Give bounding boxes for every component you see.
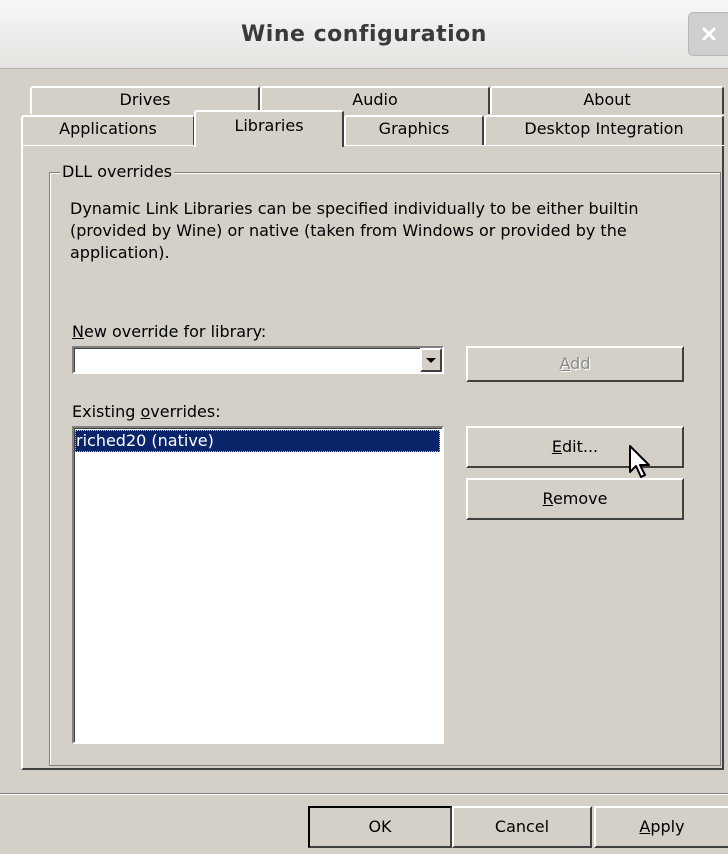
mouse-cursor-icon [629, 445, 650, 478]
new-override-combobox[interactable] [72, 346, 444, 374]
add-button[interactable]: Add [466, 346, 684, 382]
list-item[interactable]: riched20 (native) [75, 430, 440, 452]
remove-button-label: Remove [542, 489, 608, 508]
existing-overrides-label-pre: Existing [72, 402, 141, 421]
tab-about-label: About [583, 90, 631, 109]
window-title: Wine configuration [241, 22, 487, 47]
cancel-button-label: Cancel [494, 817, 550, 836]
tab-desktop-integration[interactable]: Desktop Integration [484, 115, 724, 145]
apply-button[interactable]: Apply [594, 806, 728, 848]
remove-button[interactable]: Remove [466, 478, 684, 520]
tab-audio-label: Audio [352, 90, 398, 109]
tab-desktop-integration-label: Desktop Integration [524, 119, 684, 138]
add-button-label: Add [559, 354, 591, 373]
close-button[interactable] [688, 12, 728, 56]
ok-button[interactable]: OK [308, 806, 452, 848]
ok-button-label: OK [368, 817, 392, 836]
existing-overrides-label-post: verrides: [150, 402, 221, 421]
title-bar[interactable]: Wine configuration [0, 0, 728, 69]
existing-overrides-label-accel: o [140, 402, 151, 421]
existing-overrides-label: Existing overrides: [72, 402, 221, 422]
close-icon [702, 27, 715, 41]
tab-libraries-label: Libraries [234, 116, 304, 135]
tab-applications-label: Applications [59, 119, 157, 138]
existing-overrides-list[interactable] [72, 426, 444, 744]
apply-button-label: Apply [639, 817, 685, 836]
tab-applications[interactable]: Applications [21, 115, 195, 145]
dll-overrides-description: Dynamic Link Libraries can be specified … [70, 199, 639, 262]
tab-graphics-label: Graphics [378, 119, 450, 138]
tab-drives-label: Drives [119, 90, 171, 109]
tab-about[interactable]: About [490, 86, 724, 114]
chevron-down-icon [426, 358, 436, 363]
new-override-label: New override for library: [72, 322, 267, 341]
edit-button-label: Edit... [551, 437, 599, 456]
dll-overrides-label: DLL overrides [60, 162, 174, 182]
dropdown-button[interactable] [420, 348, 442, 372]
cancel-button[interactable]: Cancel [452, 806, 592, 848]
tab-graphics[interactable]: Graphics [344, 115, 484, 145]
bottom-separator [0, 793, 728, 795]
tab-libraries[interactable]: Libraries [194, 110, 344, 147]
